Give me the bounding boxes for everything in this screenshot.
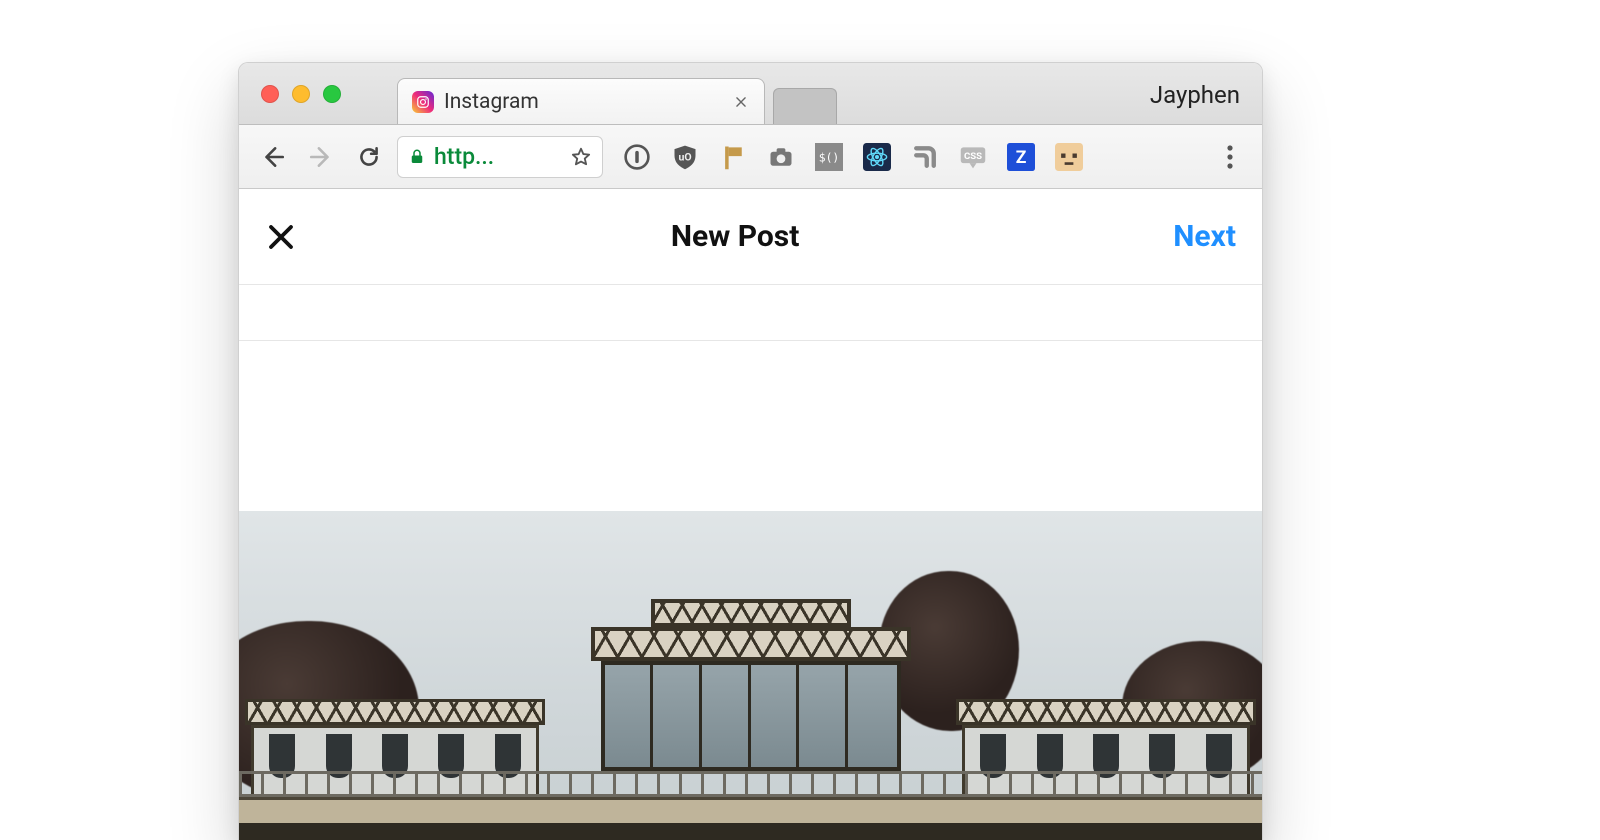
svg-text:$(): $() [819,150,840,164]
url-text: http... [434,143,562,170]
image-top-padding [239,341,1262,511]
next-button[interactable]: Next [1173,219,1236,254]
close-button[interactable] [265,221,297,253]
instagram-favicon-icon [412,91,434,113]
svg-text:Z: Z [1016,148,1027,168]
jquery-extension-icon[interactable]: $() [813,141,845,173]
svg-text:CSS: CSS [964,150,982,161]
chrome-profile-label[interactable]: Jayphen [1150,81,1240,109]
flag-extension-icon[interactable] [717,141,749,173]
page-content: New Post Next [239,189,1262,840]
css-extension-icon[interactable]: CSS [957,141,989,173]
bookmark-star-icon[interactable] [570,146,592,168]
page-title: New Post [671,219,800,254]
feedly-extension-icon[interactable] [909,141,941,173]
browser-toolbar: http... uO $() [239,125,1262,189]
react-devtools-extension-icon[interactable] [861,141,893,173]
instagram-subheader [239,285,1262,341]
traffic-lights [261,85,341,103]
chrome-menu-button[interactable] [1212,139,1248,175]
camera-extension-icon[interactable] [765,141,797,173]
window-zoom-button[interactable] [323,85,341,103]
zeplin-extension-icon[interactable]: Z [1005,141,1037,173]
browser-window: Instagram Jayphen h [238,62,1263,840]
onepassword-extension-icon[interactable] [621,141,653,173]
window-close-button[interactable] [261,85,279,103]
address-bar[interactable]: http... [397,136,603,178]
back-button[interactable] [253,137,293,177]
window-minimize-button[interactable] [292,85,310,103]
forward-button[interactable] [301,137,341,177]
lock-icon [408,148,426,166]
tab-strip: Instagram Jayphen [239,63,1262,125]
toggl-extension-icon[interactable] [1053,141,1085,173]
reload-button[interactable] [349,137,389,177]
ublock-extension-icon[interactable]: uO [669,141,701,173]
instagram-header: New Post Next [239,189,1262,285]
tab-title: Instagram [444,90,722,114]
tab-inactive[interactable] [773,88,837,124]
tab-close-button[interactable] [732,93,750,111]
post-image-preview[interactable] [239,341,1262,840]
extensions-row: uO $() CSS [621,141,1085,173]
svg-text:uO: uO [678,150,691,163]
post-photo [239,511,1262,840]
tab-active[interactable]: Instagram [397,78,765,124]
